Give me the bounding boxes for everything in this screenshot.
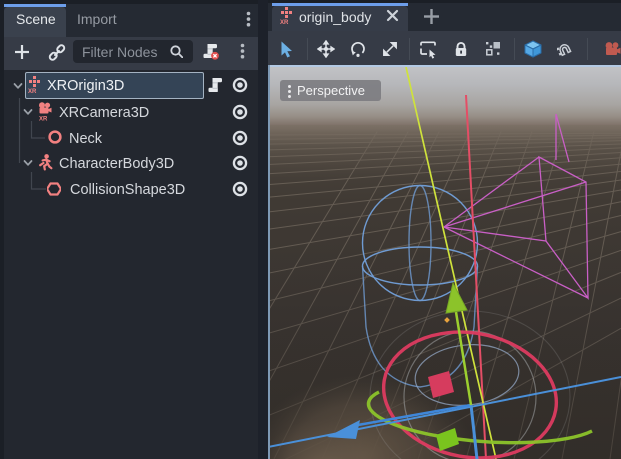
svg-text:XR: XR	[39, 117, 48, 122]
svg-text:XR: XR	[280, 20, 289, 25]
svg-text:XR: XR	[28, 89, 37, 94]
